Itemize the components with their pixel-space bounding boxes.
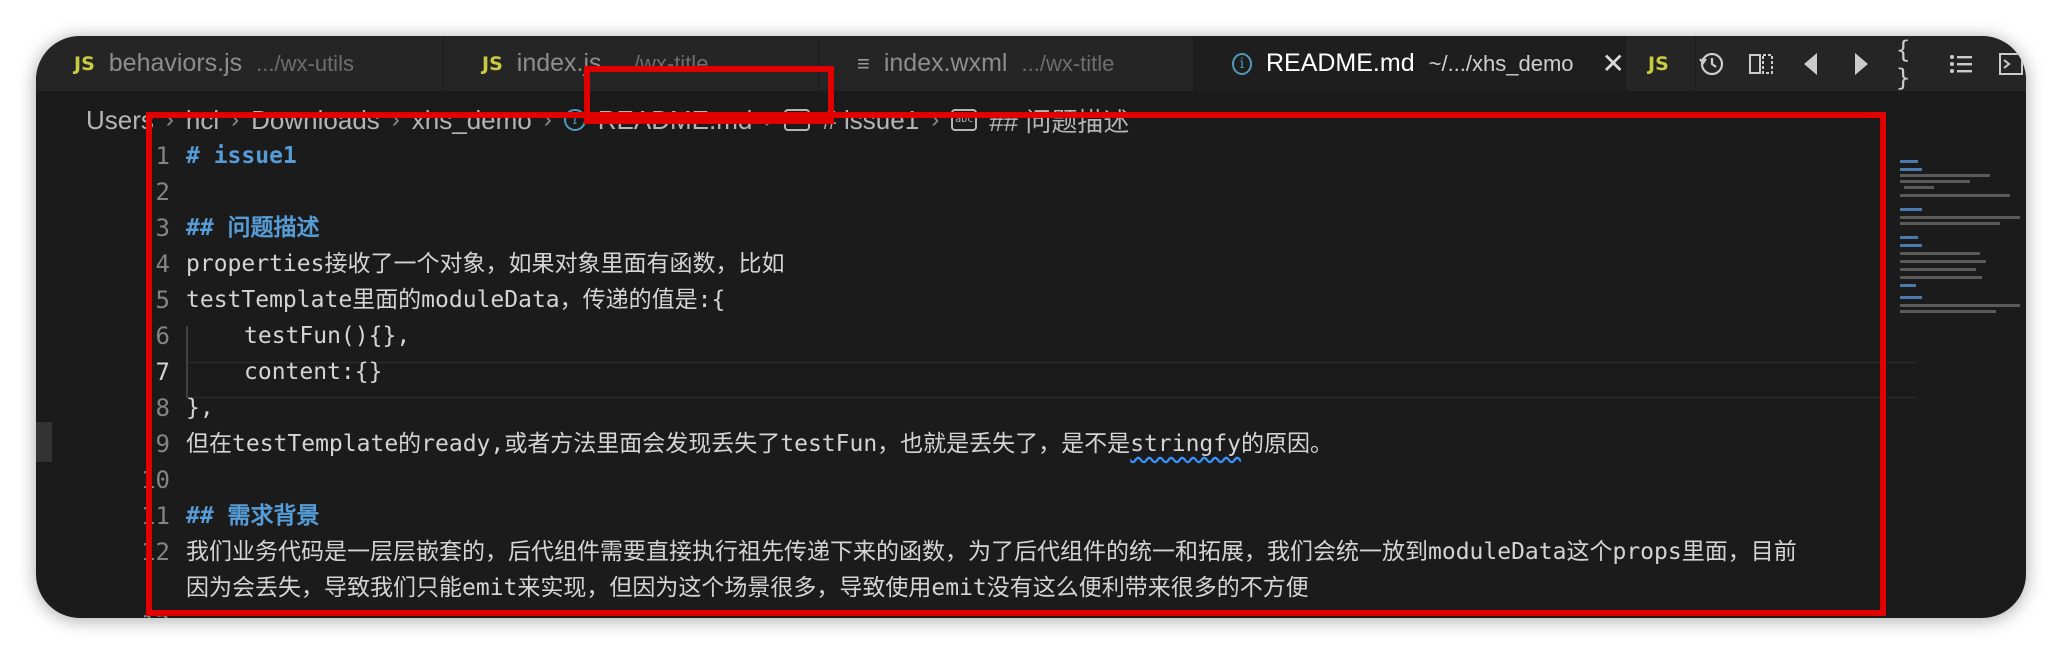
- tab-behaviors-js[interactable]: JS behaviors.js .../wx-utils: [36, 36, 444, 91]
- close-icon[interactable]: ✕: [1602, 47, 1625, 80]
- split-compare-icon[interactable]: [1746, 49, 1776, 79]
- markup-file-icon: ≡: [857, 50, 870, 76]
- list-icon[interactable]: [1946, 49, 1976, 79]
- tab-label: README.md: [1265, 49, 1415, 77]
- tab-path: .../wx-title: [1021, 50, 1115, 76]
- tab-js-overflow[interactable]: JS: [1626, 36, 1696, 91]
- tab-label: behaviors.js: [108, 49, 243, 77]
- tab-path: ~/.../xhs_demo: [1428, 50, 1574, 76]
- go-forward-icon[interactable]: [1846, 49, 1876, 79]
- tab-readme-md[interactable]: i README.md ~/.../xhs_demo ✕: [1194, 36, 1626, 91]
- highlight-box-editor: [146, 112, 1886, 616]
- tab-path: .../wx-utils: [256, 50, 354, 76]
- tab-label: index.wxml: [883, 49, 1008, 77]
- minimap[interactable]: [1894, 136, 2026, 618]
- go-back-icon[interactable]: [1796, 49, 1826, 79]
- tab-bar: JS behaviors.js .../wx-utils JS index.js…: [36, 36, 2026, 92]
- info-icon: i: [1232, 52, 1252, 75]
- history-icon[interactable]: [1696, 49, 1726, 79]
- breadcrumb-item[interactable]: Users: [86, 105, 154, 136]
- editor-actions: { }: [1696, 36, 2026, 92]
- js-file-icon: JS: [482, 52, 503, 75]
- tab-index-wxml[interactable]: ≡ index.wxml .../wx-title: [819, 36, 1194, 91]
- terminal-icon[interactable]: [1996, 49, 2026, 79]
- braces-icon[interactable]: { }: [1896, 36, 1926, 92]
- js-file-icon: JS: [1648, 52, 1669, 75]
- js-file-icon: JS: [74, 52, 95, 75]
- scroll-indicator: [36, 422, 52, 462]
